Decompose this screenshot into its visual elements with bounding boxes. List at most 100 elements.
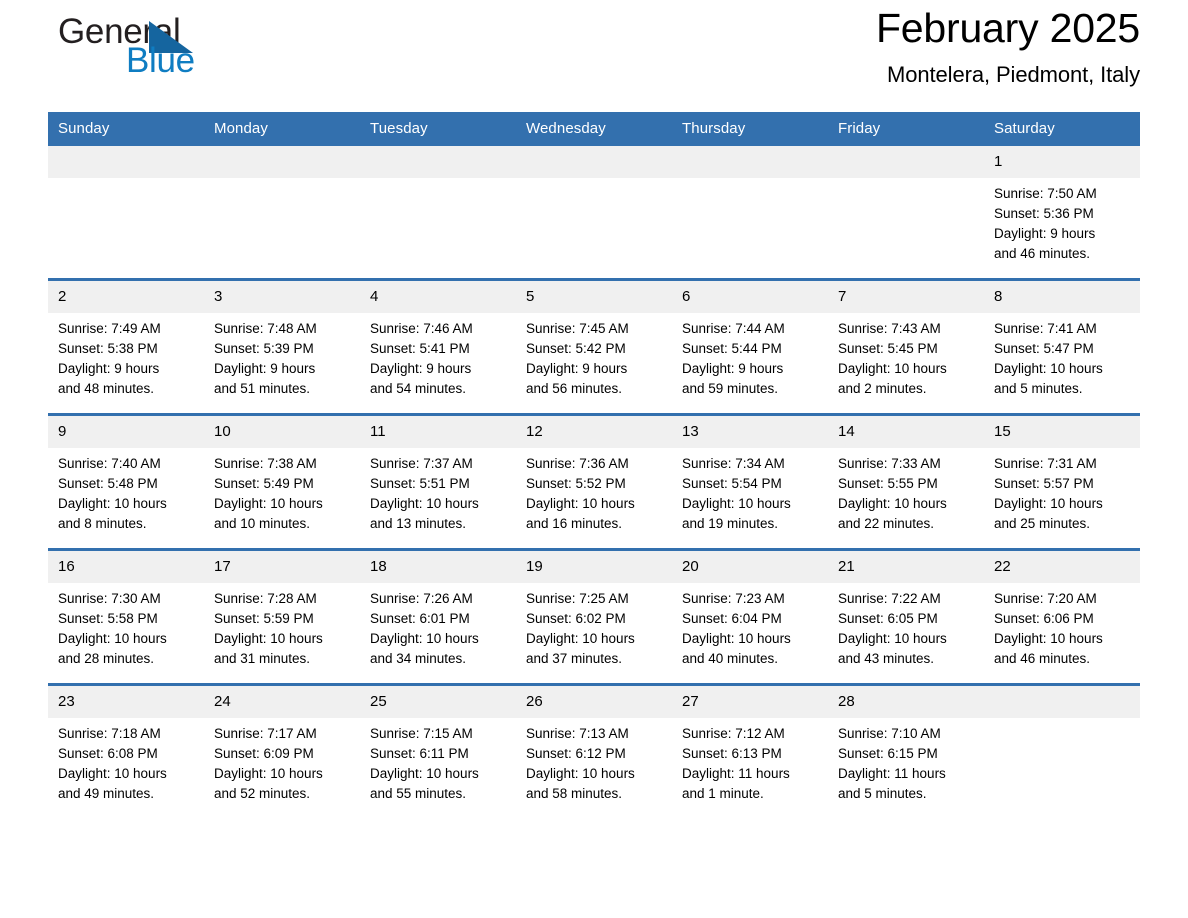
calendar-day-cell[interactable]: 8 Sunrise: 7:41 AM Sunset: 5:47 PM Daylight… — [984, 278, 1140, 415]
day-details: Sunrise: 7:12 AM Sunset: 6:13 PM Daylight:… — [672, 718, 828, 804]
calendar-day-cell[interactable]: 5 Sunrise: 7:45 AM Sunset: 5:42 PM Daylight… — [516, 278, 672, 415]
calendar-day-cell[interactable]: 12 Sunrise: 7:36 AM Sunset: 5:52 PM Dayligh… — [516, 413, 672, 550]
calendar-day-cell[interactable]: 17 Sunrise: 7:28 AM Sunset: 5:59 PM Dayligh… — [204, 548, 360, 685]
calendar-day-cell[interactable]: 26 Sunrise: 7:13 AM Sunset: 6:12 PM Dayligh… — [516, 683, 672, 818]
calendar-day-cell[interactable]: 10 Sunrise: 7:38 AM Sunset: 5:49 PM Dayligh… — [204, 413, 360, 550]
daylight-text-line2: and 2 minutes. — [838, 381, 927, 396]
day-details: Sunrise: 7:17 AM Sunset: 6:09 PM Daylight:… — [204, 718, 360, 804]
sunrise-text: Sunrise: 7:17 AM — [214, 726, 317, 741]
sunset-text: Sunset: 5:54 PM — [682, 476, 782, 491]
day-number: 25 — [360, 686, 516, 718]
calendar-day-cell[interactable]: 1 Sunrise: 7:50 AM Sunset: 5:36 PM Daylight… — [984, 146, 1140, 280]
calendar-day-cell[interactable]: 7 Sunrise: 7:43 AM Sunset: 5:45 PM Daylight… — [828, 278, 984, 415]
calendar-day-cell[interactable]: 11 Sunrise: 7:37 AM Sunset: 5:51 PM Dayligh… — [360, 413, 516, 550]
calendar-day-cell[interactable]: 2 Sunrise: 7:49 AM Sunset: 5:38 PM Daylight… — [48, 278, 204, 415]
day-details: Sunrise: 7:30 AM Sunset: 5:58 PM Daylight:… — [48, 583, 204, 669]
calendar-day-cell[interactable]: 28 Sunrise: 7:10 AM Sunset: 6:15 PM Dayligh… — [828, 683, 984, 818]
calendar-day-cell[interactable]: 24 Sunrise: 7:17 AM Sunset: 6:09 PM Dayligh… — [204, 683, 360, 818]
daylight-text-line2: and 10 minutes. — [214, 516, 311, 531]
calendar-day-cell[interactable]: 21 Sunrise: 7:22 AM Sunset: 6:05 PM Dayligh… — [828, 548, 984, 685]
calendar-day-cell[interactable]: 16 Sunrise: 7:30 AM Sunset: 5:58 PM Dayligh… — [48, 548, 204, 685]
sunrise-text: Sunrise: 7:26 AM — [370, 591, 473, 606]
calendar-day-cell[interactable]: 9 Sunrise: 7:40 AM Sunset: 5:48 PM Daylight… — [48, 413, 204, 550]
daylight-text-line2: and 5 minutes. — [994, 381, 1083, 396]
daylight-text-line1: Daylight: 11 hours — [838, 766, 946, 781]
day-number — [204, 146, 360, 178]
daylight-text-line2: and 13 minutes. — [370, 516, 467, 531]
calendar-empty-cell — [672, 146, 828, 280]
daylight-text-line2: and 37 minutes. — [526, 651, 623, 666]
daylight-text-line2: and 19 minutes. — [682, 516, 779, 531]
day-details: Sunrise: 7:49 AM Sunset: 5:38 PM Daylight:… — [48, 313, 204, 399]
calendar-day-cell[interactable]: 15 Sunrise: 7:31 AM Sunset: 5:57 PM Dayligh… — [984, 413, 1140, 550]
sunset-text: Sunset: 6:05 PM — [838, 611, 938, 626]
day-number: 21 — [828, 551, 984, 583]
sunset-text: Sunset: 5:39 PM — [214, 341, 314, 356]
sunset-text: Sunset: 5:48 PM — [58, 476, 158, 491]
day-number: 16 — [48, 551, 204, 583]
daylight-text-line2: and 1 minute. — [682, 786, 764, 801]
calendar-page: General Blue February 2025 Montelera, Pi… — [0, 0, 1188, 918]
daylight-text-line2: and 49 minutes. — [58, 786, 155, 801]
daylight-text-line2: and 40 minutes. — [682, 651, 779, 666]
sunset-text: Sunset: 5:45 PM — [838, 341, 938, 356]
sunset-text: Sunset: 5:44 PM — [682, 341, 782, 356]
calendar-day-cell[interactable]: 3 Sunrise: 7:48 AM Sunset: 5:39 PM Daylight… — [204, 278, 360, 415]
calendar-day-cell[interactable]: 19 Sunrise: 7:25 AM Sunset: 6:02 PM Dayligh… — [516, 548, 672, 685]
page-header: General Blue February 2025 Montelera, Pi… — [48, 0, 1140, 112]
weekday-header-sunday: Sunday — [48, 112, 204, 146]
day-number: 4 — [360, 281, 516, 313]
sunrise-text: Sunrise: 7:28 AM — [214, 591, 317, 606]
daylight-text-line1: Daylight: 10 hours — [682, 496, 791, 511]
daylight-text-line1: Daylight: 10 hours — [58, 766, 167, 781]
calendar-day-cell[interactable]: 4 Sunrise: 7:46 AM Sunset: 5:41 PM Daylight… — [360, 278, 516, 415]
calendar-day-cell[interactable]: 20 Sunrise: 7:23 AM Sunset: 6:04 PM Dayligh… — [672, 548, 828, 685]
calendar-day-cell[interactable]: 6 Sunrise: 7:44 AM Sunset: 5:44 PM Daylight… — [672, 278, 828, 415]
sunrise-text: Sunrise: 7:13 AM — [526, 726, 629, 741]
calendar-day-cell[interactable]: 23 Sunrise: 7:18 AM Sunset: 6:08 PM Dayligh… — [48, 683, 204, 818]
sunset-text: Sunset: 6:11 PM — [370, 746, 469, 761]
page-subtitle: Montelera, Piedmont, Italy — [887, 62, 1140, 87]
day-number: 28 — [828, 686, 984, 718]
weekday-header-tuesday: Tuesday — [360, 112, 516, 146]
daylight-text-line1: Daylight: 10 hours — [370, 766, 479, 781]
day-number: 13 — [672, 416, 828, 448]
sunset-text: Sunset: 5:52 PM — [526, 476, 626, 491]
sunrise-text: Sunrise: 7:31 AM — [994, 456, 1097, 471]
sunset-text: Sunset: 6:15 PM — [838, 746, 938, 761]
day-number: 20 — [672, 551, 828, 583]
calendar-header-row: Sunday Monday Tuesday Wednesday Thursday… — [48, 112, 1140, 146]
calendar-day-cell[interactable]: 13 Sunrise: 7:34 AM Sunset: 5:54 PM Dayligh… — [672, 413, 828, 550]
sunrise-text: Sunrise: 7:46 AM — [370, 321, 473, 336]
sunrise-text: Sunrise: 7:48 AM — [214, 321, 317, 336]
daylight-text-line1: Daylight: 10 hours — [370, 496, 479, 511]
day-number: 12 — [516, 416, 672, 448]
day-number: 5 — [516, 281, 672, 313]
sunset-text: Sunset: 6:12 PM — [526, 746, 626, 761]
title-block: February 2025 Montelera, Piedmont, Italy — [876, 0, 1140, 90]
calendar-week-row: 9 Sunrise: 7:40 AM Sunset: 5:48 PM Daylight… — [48, 413, 1140, 550]
daylight-text-line1: Daylight: 10 hours — [838, 631, 947, 646]
calendar-day-cell[interactable]: 27 Sunrise: 7:12 AM Sunset: 6:13 PM Dayligh… — [672, 683, 828, 818]
day-details: Sunrise: 7:18 AM Sunset: 6:08 PM Daylight:… — [48, 718, 204, 804]
calendar-week-row: 16 Sunrise: 7:30 AM Sunset: 5:58 PM Dayligh… — [48, 548, 1140, 685]
day-number: 17 — [204, 551, 360, 583]
generalblue-logo[interactable]: General Blue — [48, 12, 208, 84]
day-details: Sunrise: 7:46 AM Sunset: 5:41 PM Daylight:… — [360, 313, 516, 399]
day-number — [672, 146, 828, 178]
calendar-day-cell[interactable]: 18 Sunrise: 7:26 AM Sunset: 6:01 PM Dayligh… — [360, 548, 516, 685]
calendar-day-cell[interactable]: 22 Sunrise: 7:20 AM Sunset: 6:06 PM Dayligh… — [984, 548, 1140, 685]
day-number: 9 — [48, 416, 204, 448]
sunrise-text: Sunrise: 7:23 AM — [682, 591, 785, 606]
daylight-text-line1: Daylight: 9 hours — [370, 361, 472, 376]
daylight-text-line2: and 51 minutes. — [214, 381, 311, 396]
sunrise-text: Sunrise: 7:38 AM — [214, 456, 317, 471]
logo-text-blue: Blue — [126, 41, 195, 80]
day-details: Sunrise: 7:45 AM Sunset: 5:42 PM Daylight:… — [516, 313, 672, 399]
daylight-text-line2: and 25 minutes. — [994, 516, 1091, 531]
daylight-text-line2: and 22 minutes. — [838, 516, 935, 531]
calendar-day-cell[interactable]: 25 Sunrise: 7:15 AM Sunset: 6:11 PM Dayligh… — [360, 683, 516, 818]
daylight-text-line1: Daylight: 9 hours — [994, 226, 1096, 241]
calendar-day-cell[interactable]: 14 Sunrise: 7:33 AM Sunset: 5:55 PM Dayligh… — [828, 413, 984, 550]
sunset-text: Sunset: 5:42 PM — [526, 341, 626, 356]
